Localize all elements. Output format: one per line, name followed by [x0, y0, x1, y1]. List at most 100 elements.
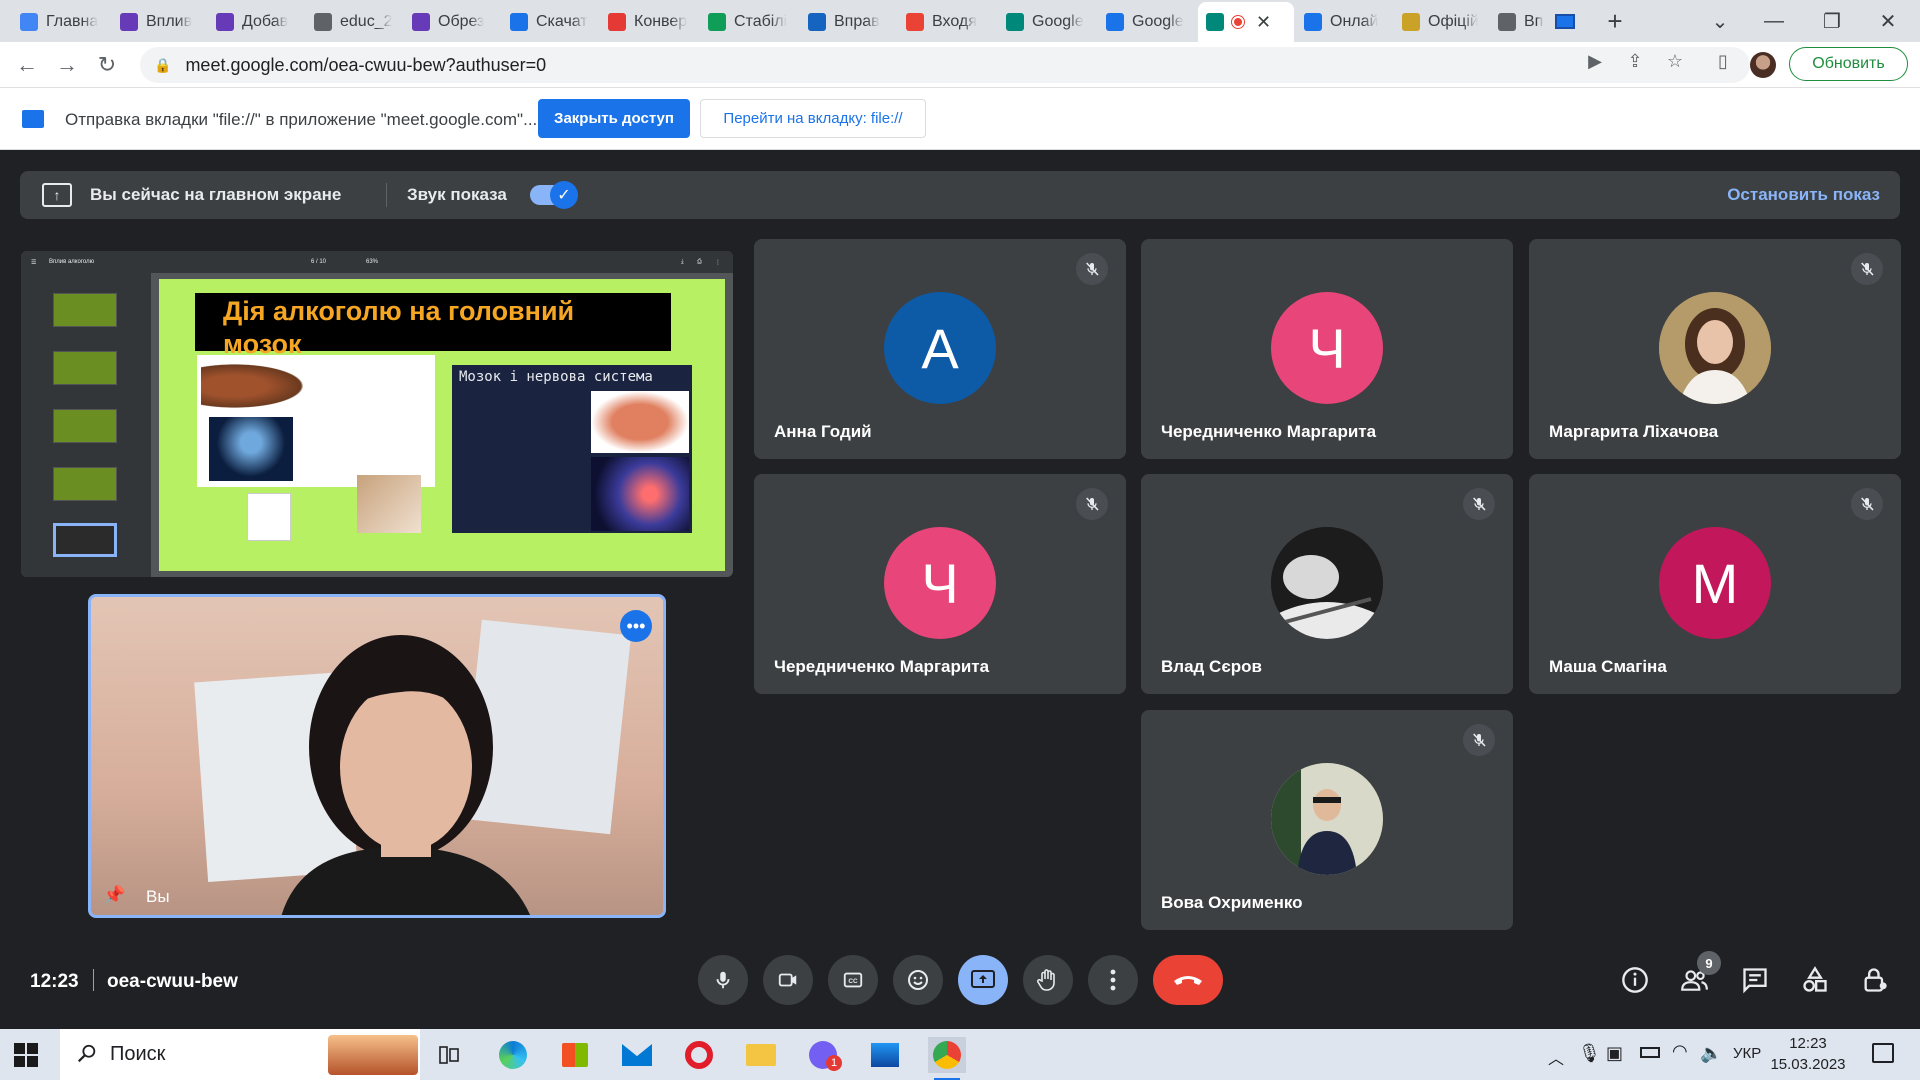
meeting-details-button[interactable]: [1618, 963, 1652, 997]
participant-tile[interactable]: А Анна Годий: [754, 239, 1126, 459]
present-screen-button[interactable]: [958, 955, 1008, 1005]
back-button[interactable]: ←: [12, 50, 42, 80]
wifi-icon[interactable]: ◠: [1672, 1041, 1688, 1062]
more-options-button[interactable]: [1088, 955, 1138, 1005]
maximize-button[interactable]: ❐: [1810, 6, 1854, 36]
close-window-button[interactable]: ✕: [1866, 6, 1910, 36]
microphone-button[interactable]: [698, 955, 748, 1005]
browser-tab[interactable]: Конвер: [600, 5, 696, 38]
host-controls-button[interactable]: [1858, 963, 1892, 997]
tray-screen-icon[interactable]: ▣: [1606, 1043, 1623, 1064]
edge-icon[interactable]: [494, 1037, 532, 1073]
camera-button[interactable]: [763, 955, 813, 1005]
goto-tab-button[interactable]: Перейти на вкладку: file://: [700, 99, 926, 138]
leave-call-button[interactable]: [1153, 955, 1223, 1005]
store-icon[interactable]: [556, 1037, 594, 1073]
language-indicator[interactable]: УКР: [1733, 1045, 1761, 1062]
taskbar-search-box[interactable]: Поиск: [60, 1029, 420, 1080]
battery-icon[interactable]: [1640, 1047, 1660, 1058]
browser-tab[interactable]: Google: [1098, 5, 1194, 38]
opera-icon[interactable]: [680, 1037, 718, 1073]
service-logo: [247, 493, 291, 541]
forward-button[interactable]: →: [52, 50, 82, 80]
update-button[interactable]: Обновить: [1789, 47, 1908, 81]
more-options-button[interactable]: •••: [620, 610, 652, 642]
search-label: Поиск: [110, 1043, 166, 1065]
page-thumbnail[interactable]: [53, 409, 117, 443]
new-tab-button[interactable]: +: [1600, 6, 1630, 36]
close-tab-icon[interactable]: ✕: [1256, 12, 1271, 33]
browser-tab-active[interactable]: ✕: [1198, 2, 1294, 42]
microphone-off-icon: [1463, 488, 1495, 520]
tray-microphone-icon[interactable]: 🎙: [1578, 1043, 1601, 1064]
share-icon[interactable]: ⇪: [1624, 50, 1646, 72]
captions-button[interactable]: CC: [828, 955, 878, 1005]
participant-tile[interactable]: Влад Сєров: [1141, 474, 1513, 694]
check-icon: ✓: [550, 181, 578, 209]
viber-icon[interactable]: 1: [804, 1037, 842, 1073]
stop-presenting-button[interactable]: Остановить показ: [1727, 185, 1880, 205]
page-thumbnail[interactable]: [53, 293, 117, 327]
self-video-tile[interactable]: ••• 📌 Вы: [88, 594, 666, 918]
participant-tile[interactable]: М Маша Смагіна: [1529, 474, 1901, 694]
browser-tab[interactable]: Стабілі: [700, 5, 796, 38]
participant-name: Анна Годий: [774, 422, 872, 441]
windows-start-icon[interactable]: [12, 1041, 40, 1069]
close-access-button[interactable]: Закрыть доступ: [538, 99, 690, 138]
browser-tab[interactable]: Обрез: [404, 5, 498, 38]
tray-clock-time[interactable]: 12:23: [1778, 1035, 1838, 1052]
minimize-button[interactable]: —: [1752, 6, 1796, 36]
tab-label: Входя: [932, 12, 977, 30]
activities-button[interactable]: [1798, 963, 1832, 997]
browser-tab[interactable]: Вплив: [112, 5, 204, 38]
reactions-button[interactable]: [893, 955, 943, 1005]
profile-avatar[interactable]: [1750, 52, 1776, 78]
heart-icon: [510, 12, 528, 31]
participant-name: Чередниченко Маргарита: [1161, 422, 1377, 441]
participant-tile[interactable]: Ч Чередниченко Маргарита: [1141, 239, 1513, 459]
browser-tab[interactable]: Офіцій: [1394, 5, 1486, 38]
mail-icon[interactable]: [618, 1037, 656, 1073]
browser-tab[interactable]: Онлай: [1296, 5, 1390, 38]
browser-tab[interactable]: Вправ: [800, 5, 894, 38]
download-icon[interactable]: ⤓: [681, 259, 684, 266]
chat-icon: [1743, 968, 1767, 994]
browser-tab[interactable]: Главна: [12, 5, 108, 38]
notifications-icon[interactable]: [1872, 1043, 1894, 1063]
side-panel-icon[interactable]: ▯: [1712, 50, 1734, 72]
browser-tab[interactable]: Скачат: [502, 5, 596, 38]
sound-toggle[interactable]: ✓: [530, 181, 578, 209]
raise-hand-button[interactable]: [1023, 955, 1073, 1005]
browser-tab[interactable]: educ_2: [306, 5, 400, 38]
chrome-icon[interactable]: [928, 1037, 966, 1080]
tray-clock-date[interactable]: 15.03.2023: [1770, 1056, 1846, 1073]
bookmark-star-icon[interactable]: ☆: [1664, 50, 1686, 72]
camera-icon[interactable]: ▶: [1584, 50, 1606, 72]
tab-search-icon[interactable]: ⌄: [1698, 6, 1742, 36]
volume-icon[interactable]: 🔈: [1700, 1043, 1722, 1064]
browser-tab[interactable]: Добав: [208, 5, 302, 38]
file-explorer-icon[interactable]: [742, 1037, 780, 1073]
chat-button[interactable]: [1738, 963, 1772, 997]
participant-tile[interactable]: Вова Охрименко: [1141, 710, 1513, 930]
more-icon[interactable]: ⋮: [715, 259, 721, 266]
browser-tab[interactable]: Google: [998, 5, 1094, 38]
pin-icon[interactable]: 📌: [103, 885, 125, 907]
participant-tile[interactable]: Ч Чередниченко Маргарита: [754, 474, 1126, 694]
tab-label: Офіцій: [1428, 12, 1478, 30]
address-bar[interactable]: 🔒 meet.google.com/oea-cwuu-bew?authuser=…: [140, 47, 1750, 83]
menu-icon[interactable]: ☰: [31, 259, 36, 266]
tray-chevron-icon[interactable]: ︿: [1548, 1045, 1564, 1069]
print-icon[interactable]: ⎙: [697, 259, 702, 266]
task-view-icon[interactable]: [430, 1037, 468, 1073]
page-thumbnail[interactable]: [53, 351, 117, 385]
page-thumbnail-selected[interactable]: [53, 523, 117, 557]
page-thumbnail[interactable]: [53, 467, 117, 501]
participant-tile[interactable]: Маргарита Ліхачова: [1529, 239, 1901, 459]
presentation-tile[interactable]: ☰ Вплив алкоголю 6 / 10 63% ⤓ ⎙ ⋮ Дія ал…: [21, 251, 733, 577]
browser-tab[interactable]: Входя: [898, 5, 994, 38]
shapes-icon: [1803, 966, 1827, 992]
trident-icon: [1402, 12, 1420, 31]
photos-icon[interactable]: [866, 1037, 904, 1073]
reload-button[interactable]: ↻: [92, 50, 122, 80]
